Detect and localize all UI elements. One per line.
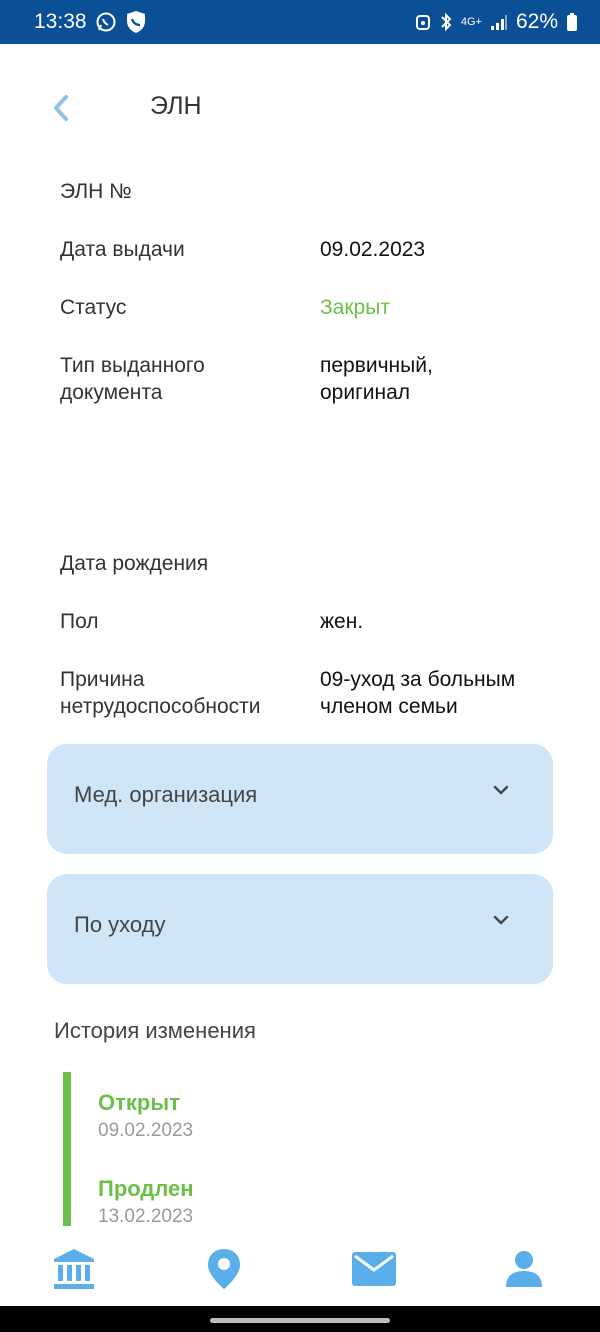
doc-type-label: Тип выданного документа [60, 354, 205, 404]
page-header: ЭЛН [0, 80, 600, 136]
home-gesture-bar[interactable] [210, 1318, 390, 1323]
birth-date-label: Дата рождения [60, 552, 209, 575]
accordion-label: Мед. организация [74, 782, 258, 807]
signal-icon [490, 13, 508, 31]
history-event-date: 13.02.2023 [98, 1206, 194, 1227]
timeline-bar [63, 1072, 71, 1226]
history-title: История изменения [54, 1018, 256, 1043]
nav-item-mail[interactable] [351, 1246, 397, 1292]
accordion-label: По уходу [74, 912, 166, 937]
number-label: ЭЛН № [60, 180, 132, 203]
nav-item-location[interactable] [201, 1246, 247, 1292]
nav-item-bank[interactable] [51, 1246, 97, 1292]
status-value: Закрыт [320, 296, 390, 319]
doc-type-value: первичный, оригинал [320, 354, 433, 404]
network-type: 4G+ [460, 15, 482, 28]
back-button[interactable] [46, 90, 76, 126]
history-event-status: Открыт [98, 1090, 180, 1115]
chevron-down-icon [493, 785, 509, 795]
page-title: ЭЛН [150, 92, 202, 120]
history-event-status: Продлен [98, 1176, 194, 1201]
issue-date-label: Дата выдачи [60, 238, 185, 261]
history-event-date: 09.02.2023 [98, 1120, 194, 1141]
bottom-nav [0, 1234, 600, 1306]
accordion-care[interactable]: По уходу [47, 874, 553, 984]
history-event: Открыт 09.02.2023 [98, 1090, 193, 1142]
reason-label: Причина нетрудоспособности [60, 668, 261, 718]
bluetooth-icon [439, 12, 453, 32]
issue-date-value: 09.02.2023 [320, 238, 426, 261]
clock: 13:38 [34, 10, 87, 33]
gender-value: жен. [320, 610, 364, 633]
whatsapp-icon [95, 11, 117, 33]
profile-icon [506, 1251, 542, 1287]
shield-icon [125, 10, 147, 34]
mail-icon [352, 1252, 396, 1286]
gender-label: Пол [60, 610, 99, 633]
status-label: Статус [60, 296, 127, 319]
battery-percent: 62% [515, 10, 558, 33]
status-bar-right: 4G+ 62% [415, 10, 578, 34]
bank-icon [54, 1249, 94, 1289]
chevron-left-icon [54, 95, 68, 121]
location-pin-icon [208, 1249, 240, 1289]
status-bar: 13:38 4G+ 62% [0, 0, 600, 44]
chevron-down-icon [493, 915, 509, 925]
accordion-med-organization[interactable]: Мед. организация [47, 744, 553, 854]
history-event: Продлен 13.02.2023 [98, 1176, 194, 1228]
battery-icon [566, 12, 578, 32]
alarm-icon [415, 13, 431, 31]
status-bar-left: 13:38 [34, 10, 147, 34]
reason-value: 09-уход за больным членом семьи [320, 668, 516, 718]
nav-item-profile[interactable] [501, 1246, 547, 1292]
